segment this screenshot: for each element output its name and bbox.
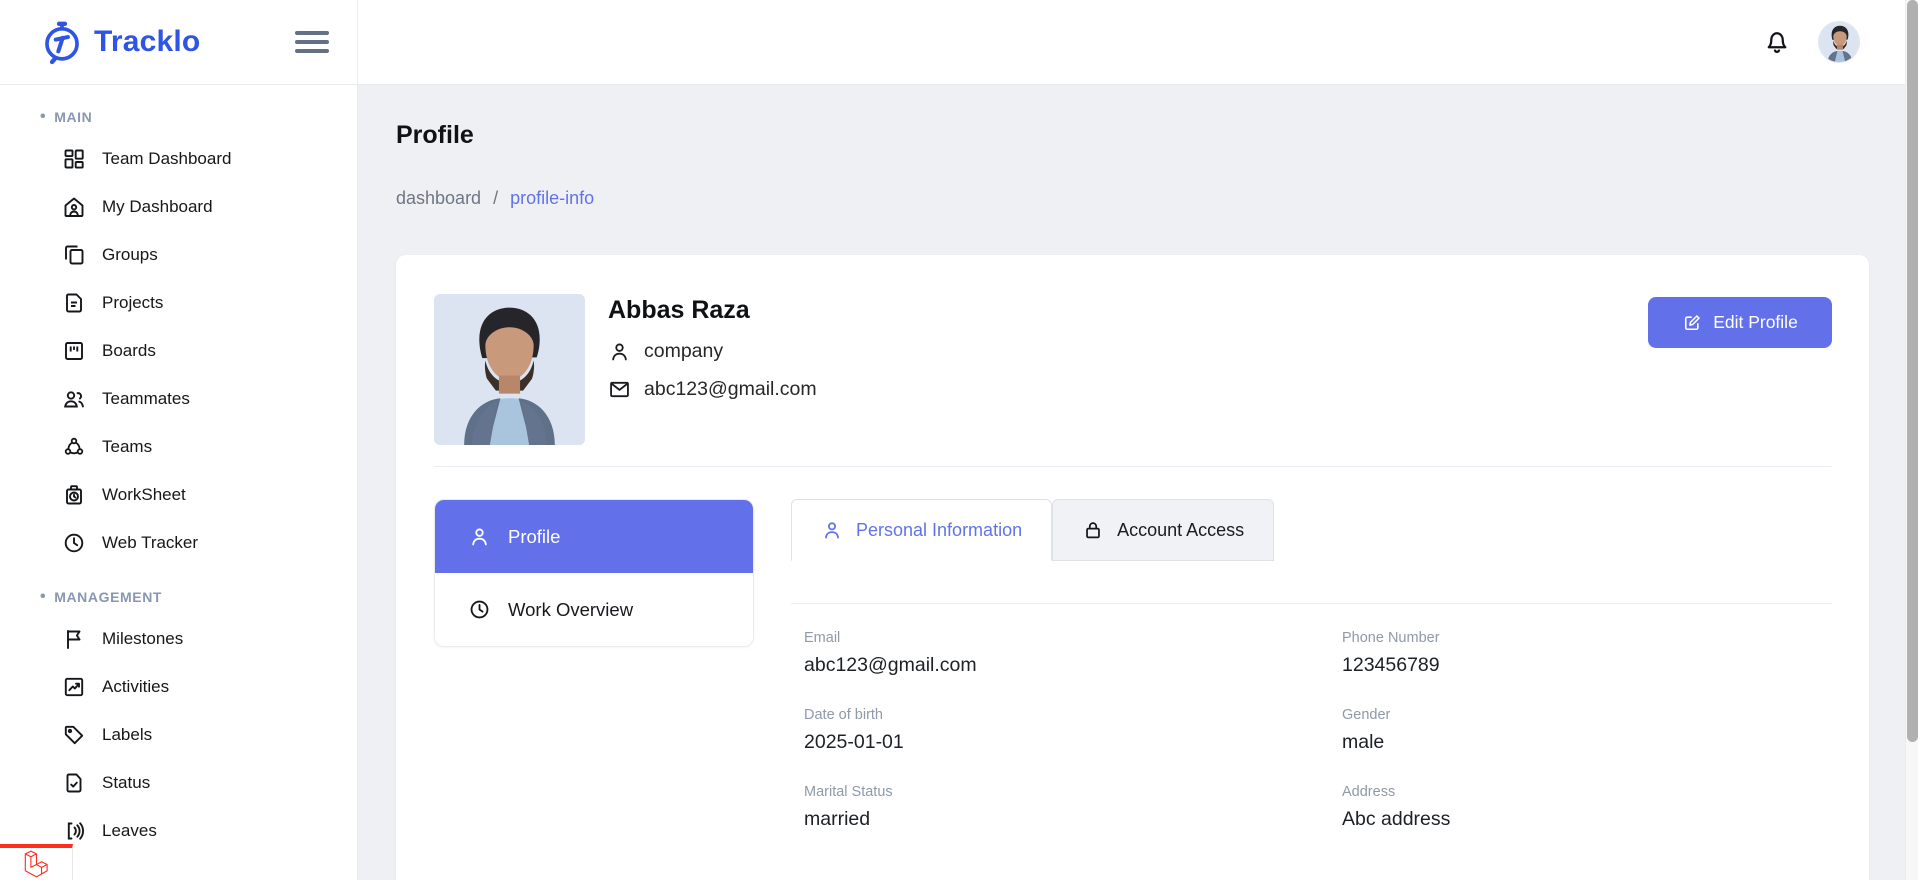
profile-company: company	[644, 340, 723, 363]
nav-section-label: • MANAGEMENT	[0, 589, 357, 605]
sidebar-item-web-tracker[interactable]: Web Tracker	[0, 519, 357, 567]
breadcrumb-separator: /	[493, 188, 498, 209]
trending-chart-icon	[62, 675, 86, 699]
profile-card-body: Profile Work Overview	[434, 499, 1832, 831]
hamburger-icon[interactable]	[295, 29, 329, 55]
file-check-icon	[62, 771, 86, 795]
sidebar-item-labels[interactable]: Labels	[0, 711, 357, 759]
home-user-icon	[62, 195, 86, 219]
sidebar-item-projects[interactable]: Projects	[0, 279, 357, 327]
sidebar-item-my-dashboard[interactable]: My Dashboard	[0, 183, 357, 231]
person-icon	[821, 519, 843, 541]
field-address: Address Abc address	[1342, 784, 1819, 831]
team-group-icon	[62, 435, 86, 459]
clock-icon	[62, 531, 86, 555]
clock-icon	[468, 598, 491, 621]
sidebar-item-boards[interactable]: Boards	[0, 327, 357, 375]
card-divider	[434, 466, 1832, 467]
tab-personal-information[interactable]: Personal Information	[791, 499, 1052, 561]
copy-pages-icon	[62, 243, 86, 267]
sidebar-nav: • MAIN Team Dashboard	[0, 85, 357, 855]
breadcrumb-profile-info[interactable]: profile-info	[510, 188, 594, 209]
sidebar-item-status[interactable]: Status	[0, 759, 357, 807]
field-marital-status: Marital Status married	[804, 784, 1342, 831]
field-date-of-birth: Date of birth 2025-01-01	[804, 707, 1342, 754]
person-icon	[468, 525, 491, 548]
side-menu-item-work-overview[interactable]: Work Overview	[435, 573, 753, 646]
profile-photo	[434, 294, 585, 445]
tab-row: Personal Information Account Access	[791, 499, 1832, 561]
lock-icon	[1082, 519, 1104, 541]
sidebar-item-teams[interactable]: Teams	[0, 423, 357, 471]
bullet-dot: •	[40, 589, 46, 605]
profile-name: Abbas Raza	[608, 296, 817, 325]
laravel-debugbar-toggle[interactable]	[0, 844, 73, 880]
profile-head-info: Abbas Raza company	[608, 294, 817, 401]
nav-section-management: • MANAGEMENT Milestones	[0, 589, 357, 855]
field-email: Email abc123@gmail.com	[804, 630, 1342, 677]
vertical-scrollbar[interactable]	[1905, 0, 1918, 880]
laravel-logo-icon	[23, 850, 50, 878]
brand-name: Tracklo	[94, 25, 200, 59]
sidebar-header: Tracklo	[0, 0, 357, 85]
side-menu-item-profile[interactable]: Profile	[435, 500, 753, 573]
flag-icon	[62, 627, 86, 651]
sidebar-item-activities[interactable]: Activities	[0, 663, 357, 711]
profile-side-menu: Profile Work Overview	[434, 499, 754, 647]
edit-icon	[1682, 313, 1702, 333]
profile-email: abc123@gmail.com	[644, 378, 817, 401]
profile-email-row: abc123@gmail.com	[608, 378, 817, 401]
breadcrumb-dashboard[interactable]: dashboard	[396, 188, 481, 209]
edit-profile-button[interactable]: Edit Profile	[1648, 297, 1832, 348]
personal-information-panel: Email abc123@gmail.com Phone Number 1234…	[791, 603, 1832, 831]
sidebar-item-worksheet[interactable]: WorkSheet	[0, 471, 357, 519]
dashboard-grid-icon	[62, 147, 86, 171]
document-icon	[62, 291, 86, 315]
nav-section-label: • MAIN	[0, 109, 357, 125]
scrollbar-thumb[interactable]	[1907, 0, 1918, 742]
bullet-dot: •	[40, 109, 46, 125]
person-icon	[608, 340, 631, 363]
sidebar: Tracklo • MAIN	[0, 0, 358, 880]
kanban-board-icon	[62, 339, 86, 363]
brand-logo[interactable]: Tracklo	[40, 19, 200, 65]
page-title: Profile	[396, 121, 1869, 150]
stopwatch-icon	[40, 19, 84, 65]
profile-panel: Personal Information Account Access	[791, 499, 1832, 831]
sidebar-item-teammates[interactable]: Teammates	[0, 375, 357, 423]
nav-section-main: • MAIN Team Dashboard	[0, 109, 357, 567]
main-content: Profile dashboard / profile-info Abbas R…	[358, 85, 1918, 880]
profile-card-header: Abbas Raza company	[434, 294, 1832, 445]
people-icon	[62, 387, 86, 411]
tag-icon	[62, 723, 86, 747]
tab-account-access[interactable]: Account Access	[1052, 499, 1274, 561]
topbar	[358, 0, 1918, 85]
leave-exit-icon	[62, 819, 86, 843]
app-window: Tracklo • MAIN	[0, 0, 1918, 880]
punch-clock-icon	[62, 483, 86, 507]
bell-icon[interactable]	[1762, 27, 1792, 57]
field-gender: Gender male	[1342, 707, 1819, 754]
sidebar-item-team-dashboard[interactable]: Team Dashboard	[0, 135, 357, 183]
field-phone-number: Phone Number 123456789	[1342, 630, 1819, 677]
sidebar-item-milestones[interactable]: Milestones	[0, 615, 357, 663]
fields-grid: Email abc123@gmail.com Phone Number 1234…	[804, 630, 1819, 831]
user-avatar[interactable]	[1818, 21, 1860, 63]
breadcrumb: dashboard / profile-info	[396, 188, 1869, 209]
profile-company-row: company	[608, 340, 817, 363]
mail-icon	[608, 378, 631, 401]
profile-card: Abbas Raza company	[396, 255, 1869, 880]
sidebar-item-groups[interactable]: Groups	[0, 231, 357, 279]
